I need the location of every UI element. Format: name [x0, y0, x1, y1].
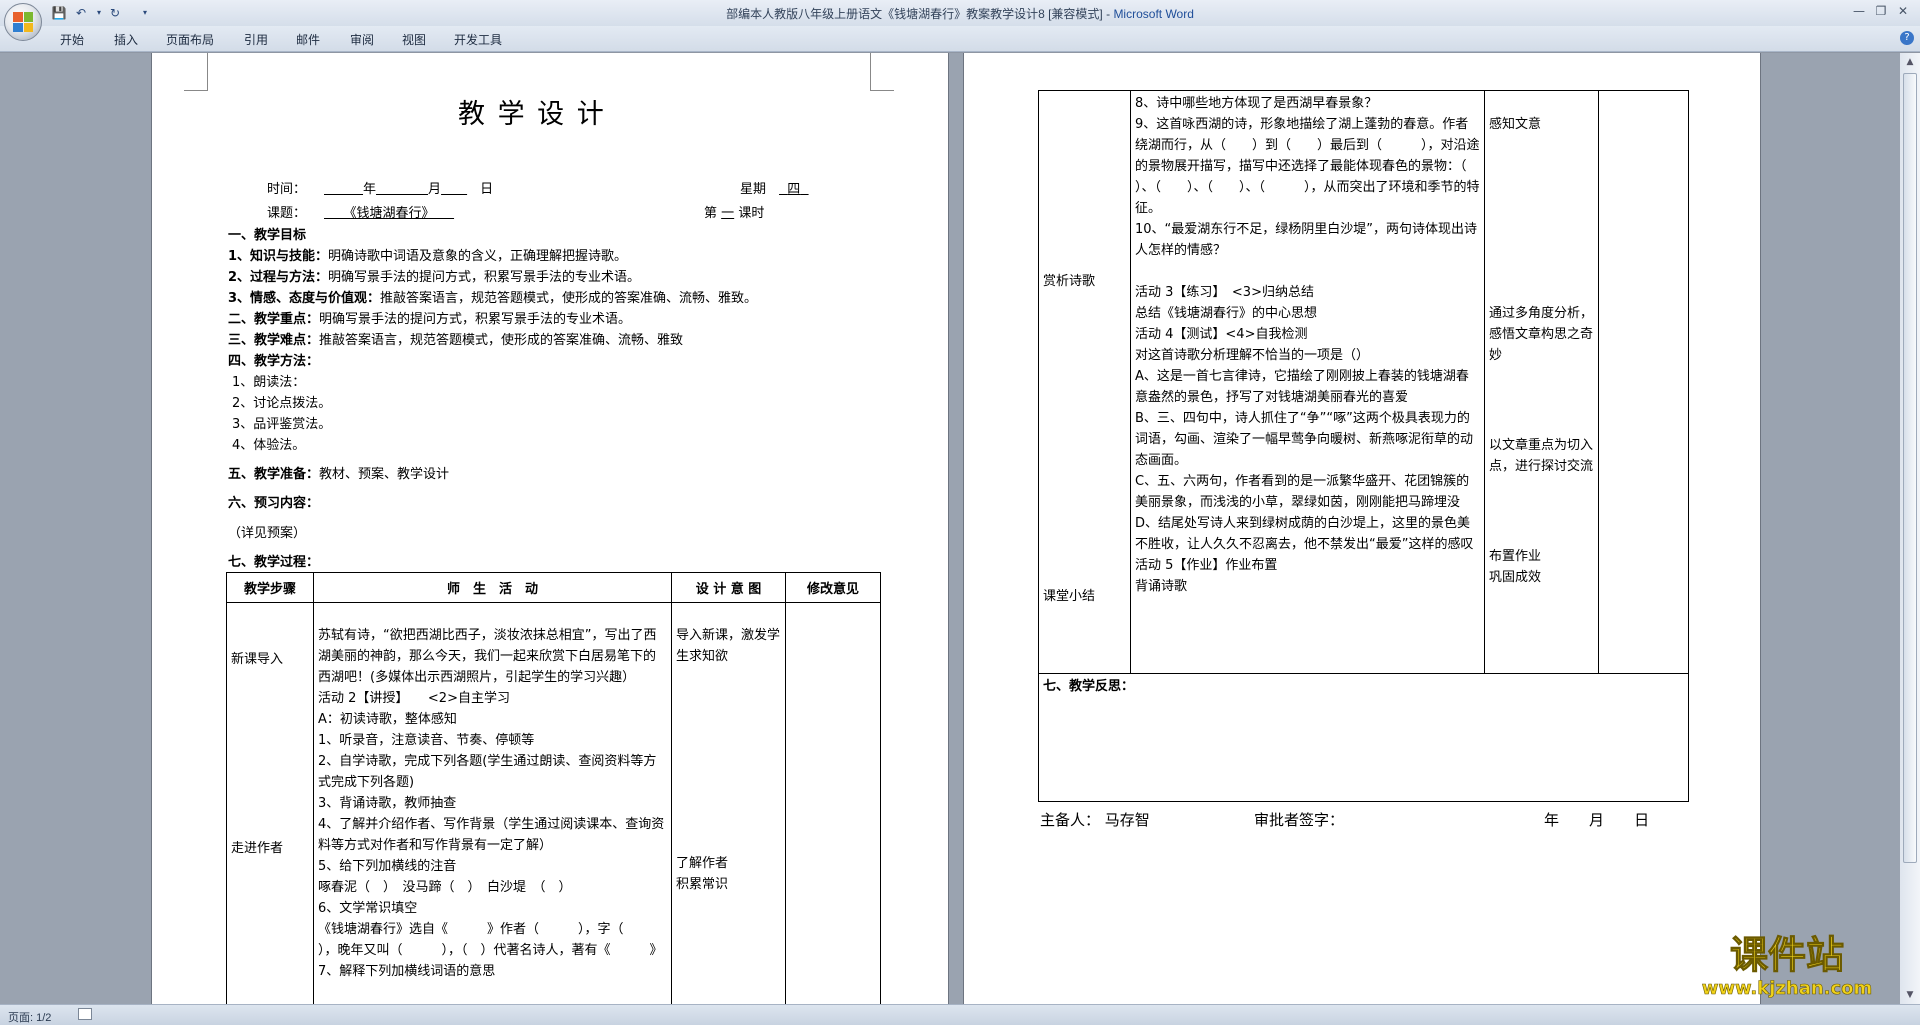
help-icon[interactable]: ? — [1900, 31, 1914, 45]
lesson-count: 第 一 课时 — [704, 206, 765, 221]
margin-mark — [870, 53, 894, 91]
method-item: 1、朗读法： — [232, 375, 306, 390]
section-heading: 七、教学过程： — [228, 555, 320, 570]
tab-mailings[interactable]: 邮件 — [296, 31, 320, 48]
window-title: 部编本人教版八年级上册语文《钱塘湖春行》教案教学设计8 [兼容模式] - Mic… — [726, 7, 1194, 21]
watermark-title: 课件站 — [1730, 933, 1844, 977]
topic-label: 课题： — [267, 206, 307, 221]
scroll-thumb[interactable] — [1903, 73, 1917, 863]
ribbon-tabs: 开始 插入 页面布局 引用 邮件 审阅 视图 开发工具 — [0, 26, 1920, 52]
redo-icon[interactable]: ↻ — [106, 4, 124, 21]
tab-home[interactable]: 开始 — [60, 31, 84, 48]
approver-signature: 审批者签字： — [1254, 811, 1345, 829]
tab-developer[interactable]: 开发工具 — [454, 31, 502, 48]
design-intent: 导入新课，激发学生求知欲 — [676, 628, 781, 664]
design-intent: 布置作业 巩固成效 — [1489, 549, 1542, 585]
goal-2: 2、过程与方法：明确写景手法的提问方式，积累写景手法的专业术语。 — [228, 270, 641, 285]
table-cell: 新课导入 走进作者 — [226, 602, 314, 1004]
watermark: 课件站 www.kjzhan.com — [1701, 933, 1873, 1000]
watermark-url: www.kjzhan.com — [1702, 978, 1873, 999]
weekday: 星期 四 — [740, 182, 801, 197]
title-bar: 部编本人教版八年级上册语文《钱塘湖春行》教案教学设计8 [兼容模式] - Mic… — [0, 0, 1920, 26]
revision-cell — [785, 602, 881, 1004]
preview-note: （详见预案） — [228, 526, 307, 541]
undo-icon[interactable]: ↶ — [72, 4, 90, 21]
approval-date: 年 月 日 — [1544, 811, 1650, 829]
activity-cell: 苏轼有诗，“欲把西湖比西子，淡妆浓抹总相宜”，写出了西湖美丽的神韵，那么今天，我… — [313, 602, 672, 1004]
method-item: 2、讨论点拨法。 — [232, 396, 332, 411]
key-points: 二、教学重点：明确写景手法的提问方式，积累写景手法的专业术语。 — [228, 312, 632, 327]
method-item: 4、体验法。 — [232, 438, 306, 453]
close-icon[interactable]: ✕ — [1892, 3, 1914, 19]
design-intent: 以文章重点为切入点，进行探讨交流 — [1489, 438, 1594, 474]
restore-icon[interactable]: ❐ — [1870, 3, 1892, 19]
document-workspace: 教 学 设 计 时间： 年 月 日 星期 四 课题： 《钱塘湖春行》 第 一 课… — [0, 53, 1900, 1004]
scroll-down-icon[interactable]: ▼ — [1903, 988, 1917, 1002]
table-header: 教学步骤 — [226, 572, 314, 603]
method-item: 3、品评鉴赏法。 — [232, 417, 332, 432]
table-cell: 感知文意 通过多角度分析，感悟文章构思之奇妙 以文章重点为切入点，进行探讨交流 … — [1484, 90, 1599, 674]
date-line: 年 月 日 — [363, 182, 494, 197]
design-intent: 通过多角度分析，感悟文章构思之奇妙 — [1489, 306, 1594, 363]
office-button[interactable] — [4, 3, 42, 41]
teaching-process-table-continued: 赏析诗歌 课堂小结 8、诗中哪些地方体现了是西湖早春景象？ 9、这首咏西湖的诗，… — [1038, 90, 1689, 802]
document-page-2: 赏析诗歌 课堂小结 8、诗中哪些地方体现了是西湖早春景象？ 9、这首咏西湖的诗，… — [964, 53, 1760, 1004]
step-label: 新课导入 — [231, 652, 284, 667]
document-page-1: 教 学 设 计 时间： 年 月 日 星期 四 课题： 《钱塘湖春行》 第 一 课… — [152, 53, 948, 1004]
status-bar: 页面: 1/2 — [0, 1004, 1920, 1025]
design-intent: 了解作者 积累常识 — [676, 856, 729, 892]
revision-cell — [1598, 90, 1689, 674]
reflection-cell: 七、教学反思： — [1038, 673, 1689, 802]
table-header: 师 生 活 动 — [313, 572, 672, 603]
goal-1: 1、知识与技能：明确诗歌中词语及意象的含义，正确理解把握诗歌。 — [228, 249, 628, 264]
scroll-up-icon[interactable]: ▲ — [1903, 55, 1917, 69]
tab-page-layout[interactable]: 页面布局 — [166, 31, 214, 48]
table-header: 设 计 意 图 — [671, 572, 786, 603]
office-logo-icon — [13, 12, 33, 32]
reflection-heading: 七、教学反思： — [1043, 679, 1135, 694]
table-cell: 赏析诗歌 课堂小结 — [1038, 90, 1131, 674]
table-cell: 导入新课，激发学生求知欲 了解作者 积累常识 — [671, 602, 786, 1004]
design-intent: 感知文意 — [1489, 117, 1542, 132]
section-heading: 六、预习内容： — [228, 496, 320, 511]
minimize-icon[interactable]: — — [1848, 3, 1870, 19]
page-count[interactable]: 页面: 1/2 — [8, 1009, 51, 1025]
tab-review[interactable]: 审阅 — [350, 31, 374, 48]
tab-insert[interactable]: 插入 — [114, 31, 138, 48]
step-label: 走进作者 — [231, 841, 284, 856]
section-heading: 一、教学目标 — [228, 228, 307, 243]
activity-cell: 8、诗中哪些地方体现了是西湖早春景象？ 9、这首咏西湖的诗，形象地描绘了湖上蓬勃… — [1130, 90, 1485, 674]
preparation: 五、教学准备：教材、预案、教学设计 — [228, 467, 450, 482]
step-label: 课堂小结 — [1043, 589, 1096, 604]
table-header: 修改意见 — [785, 572, 881, 603]
teaching-process-table: 教学步骤 师 生 活 动 设 计 意 图 修改意见 新课导入 走进作者 苏轼有诗… — [226, 572, 881, 1004]
customize-toolbar-icon[interactable]: ▾ — [136, 4, 154, 21]
topic-value: 《钱塘湖春行》 — [350, 206, 429, 221]
tab-view[interactable]: 视图 — [402, 31, 426, 48]
tab-references[interactable]: 引用 — [244, 31, 268, 48]
goal-3: 3、情感、态度与价值观：推敲答案语言，规范答题模式，使形成的答案准确、流畅、雅致… — [228, 291, 758, 306]
margin-mark — [184, 53, 208, 91]
save-icon[interactable]: 💾 — [50, 4, 68, 21]
vertical-scrollbar[interactable]: ▲ ▼ — [1900, 53, 1920, 1004]
section-heading: 四、教学方法： — [228, 354, 320, 369]
proofing-icon[interactable] — [78, 1008, 92, 1020]
time-label: 时间： — [267, 182, 307, 197]
step-label: 赏析诗歌 — [1043, 274, 1096, 289]
preparer: 主备人： 马存智 — [1040, 811, 1150, 829]
difficult-points: 三、教学难点：推敲答案语言，规范答题模式，使形成的答案准确、流畅、雅致 — [228, 333, 684, 348]
doc-title: 教 学 设 计 — [458, 99, 606, 130]
